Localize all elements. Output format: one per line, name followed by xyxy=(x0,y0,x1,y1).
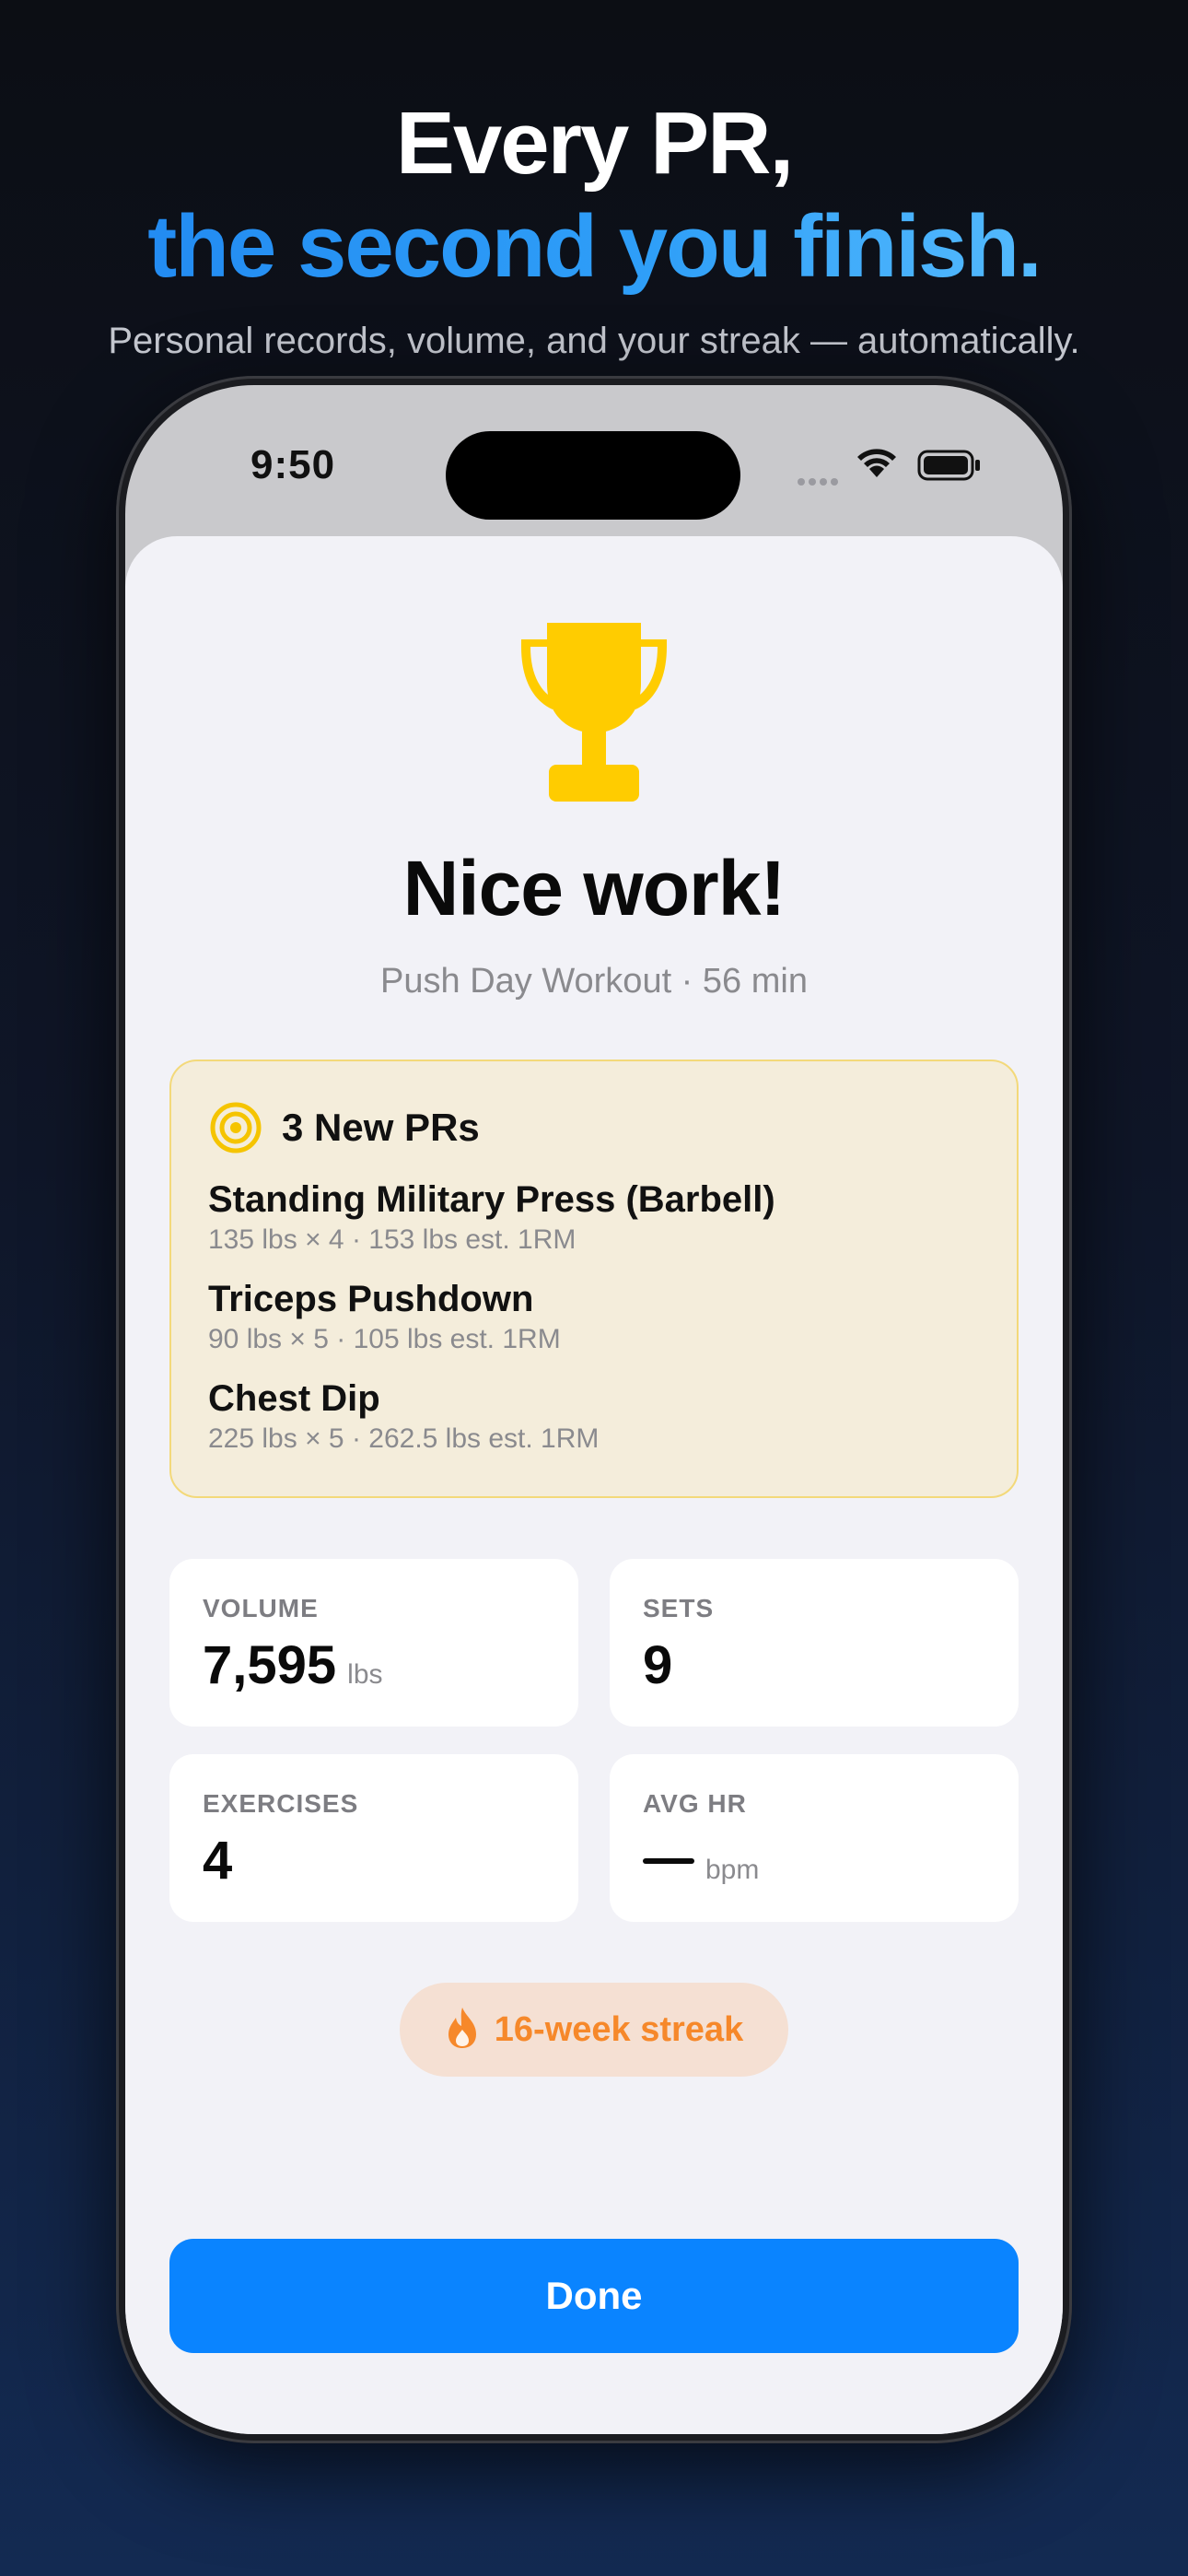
status-bar: 9:50 xyxy=(125,385,1063,542)
stat-label: EXERCISES xyxy=(203,1789,359,1818)
pr-item: Triceps Pushdown 90 lbs × 5 · 105 lbs es… xyxy=(208,1277,561,1358)
target-icon xyxy=(210,1102,262,1153)
streak-label: 16-week streak xyxy=(494,2009,744,2049)
workout-summary-sheet: Nice work! Push Day Workout · 56 min 3 N… xyxy=(125,536,1063,2434)
pr-exercise-detail: 225 lbs × 5 · 262.5 lbs est. 1RM xyxy=(208,1423,600,1454)
flame-icon xyxy=(445,2006,480,2055)
stat-label: SETS xyxy=(643,1594,715,1622)
pr-item: Standing Military Press (Barbell) 135 lb… xyxy=(208,1177,775,1259)
pr-exercise-detail: 135 lbs × 4 · 153 lbs est. 1RM xyxy=(208,1224,577,1255)
pr-exercise-detail: 90 lbs × 5 · 105 lbs est. 1RM xyxy=(208,1324,561,1354)
trophy-icon xyxy=(512,619,676,808)
wifi-icon xyxy=(856,448,897,484)
status-time: 9:50 xyxy=(250,442,336,487)
stat-value-row: 7,595 lbs xyxy=(203,1634,383,1696)
new-prs-card: 3 New PRs Standing Military Press (Barbe… xyxy=(169,1060,1019,1498)
stat-value-row: bpm xyxy=(643,1830,759,1891)
signal-icon xyxy=(798,474,842,490)
new-prs-label: 3 New PRs xyxy=(282,1106,480,1149)
stat-card-avg-hr: AVG HR bpm xyxy=(610,1754,1019,1922)
stat-card-sets: SETS 9 xyxy=(610,1559,1019,1727)
stat-unit: bpm xyxy=(705,1855,760,1885)
stat-value-placeholder xyxy=(643,1830,694,1891)
phone-screen: 9:50 Nice work! Push Day Workout · 56 mi… xyxy=(125,385,1063,2434)
stat-value: 9 xyxy=(643,1635,673,1695)
hero-headline: Every PR, the second you finish. xyxy=(0,92,1188,299)
stat-value: 4 xyxy=(203,1831,233,1891)
stat-unit: lbs xyxy=(347,1659,383,1690)
stat-label: VOLUME xyxy=(203,1594,319,1622)
stat-value-row: 9 xyxy=(643,1634,672,1696)
dynamic-island xyxy=(446,431,740,520)
pr-exercise-name: Standing Military Press (Barbell) xyxy=(208,1179,775,1220)
workout-subtitle: Push Day Workout · 56 min xyxy=(380,962,808,1001)
phone-frame: 9:50 Nice work! Push Day Workout · 56 mi… xyxy=(116,376,1072,2443)
stat-label: AVG HR xyxy=(643,1789,747,1818)
stat-card-volume: VOLUME 7,595 lbs xyxy=(169,1559,578,1727)
hero-line-2: the second you finish. xyxy=(0,195,1188,299)
battery-icon xyxy=(917,450,982,486)
summary-title: Nice work! xyxy=(402,845,786,931)
streak-badge: 16-week streak xyxy=(400,1983,788,2077)
done-button[interactable]: Done xyxy=(169,2239,1019,2353)
stat-value: 7,595 xyxy=(203,1635,337,1695)
hero-line-1: Every PR, xyxy=(395,94,794,193)
pr-exercise-name: Chest Dip xyxy=(208,1378,380,1419)
pr-exercise-name: Triceps Pushdown xyxy=(208,1279,534,1319)
hero-subtitle: Personal records, volume, and your strea… xyxy=(108,321,1080,361)
stat-value-row: 4 xyxy=(203,1830,232,1891)
new-prs-header: 3 New PRs xyxy=(210,1102,480,1153)
pr-item: Chest Dip 225 lbs × 5 · 262.5 lbs est. 1… xyxy=(208,1376,599,1458)
stat-card-exercises: EXERCISES 4 xyxy=(169,1754,578,1922)
